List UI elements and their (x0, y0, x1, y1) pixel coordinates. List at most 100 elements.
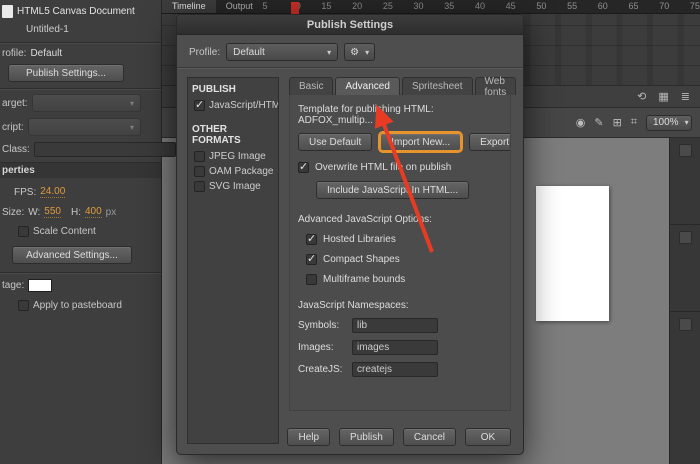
compact-shapes-label: Compact Shapes (323, 254, 400, 265)
stage-canvas[interactable] (536, 186, 609, 321)
target-label: arget: (2, 97, 28, 109)
zoom-value: 100% (653, 117, 679, 128)
other-formats-header: OTHER FORMATS (192, 124, 241, 146)
format-item-label: JPEG Image (209, 151, 266, 162)
height-value[interactable]: 400 (84, 206, 102, 218)
ruler-number: 55 (567, 1, 578, 11)
dialog-profile-value: Default (233, 46, 265, 58)
height-label: H: (70, 206, 81, 218)
grid-icon[interactable]: ▦ (658, 90, 668, 103)
format-item-svg[interactable]: SVG Image (190, 179, 276, 194)
multiframe-bounds-checkbox[interactable] (306, 274, 317, 285)
ok-button[interactable]: OK (465, 428, 511, 446)
dock-panel-tab[interactable] (670, 225, 700, 312)
ruler-number: 25 (382, 1, 393, 11)
symbols-input[interactable] (352, 318, 438, 333)
compact-shapes-checkbox[interactable] (306, 252, 317, 265)
gear-icon: ⚙ (350, 46, 360, 58)
ruler-number: 45 (505, 1, 516, 11)
tab-webfonts[interactable]: Web fonts (474, 76, 517, 98)
ruler-number: 75 (689, 1, 700, 11)
ruler-number: 65 (628, 1, 639, 11)
overwrite-html-label: Overwrite HTML file on publish (315, 162, 452, 173)
dialog-title[interactable]: Publish Settings (177, 15, 523, 35)
ruler-number: 40 (474, 1, 485, 11)
svg-checkbox[interactable] (194, 181, 205, 192)
dock-panel-tab[interactable] (670, 312, 700, 331)
format-item-oam[interactable]: OAM Package (190, 164, 276, 179)
import-new-button[interactable]: Import New... (380, 133, 462, 151)
ruler-number: 60 (597, 1, 608, 11)
overwrite-html-checkbox[interactable] (298, 160, 309, 173)
stage-label: tage: (2, 280, 25, 291)
camera-icon[interactable]: ◉ (576, 116, 586, 129)
profile-options-button[interactable]: ⚙ ▾ (344, 43, 376, 61)
publish-settings-dialog: Publish Settings Profile: Default ▾ ⚙ ▾ … (176, 14, 524, 455)
timeline-ruler-numbers[interactable]: 51015202530354045505560657075 (162, 0, 700, 13)
publish-settings-button[interactable]: Publish Settings... (8, 64, 124, 82)
tab-basic[interactable]: Basic (289, 77, 334, 95)
dialog-profile-label: Profile: (189, 46, 221, 58)
dock-panel-tab[interactable] (670, 138, 700, 225)
size-label: Size: (2, 206, 25, 218)
tab-spritesheet[interactable]: Spritesheet (401, 77, 473, 95)
include-javascript-button[interactable]: Include JavaScript In HTML... (316, 181, 470, 199)
chevron-down-icon: ▾ (365, 47, 370, 57)
panel-icon (678, 318, 692, 331)
ruler-number: 35 (444, 1, 455, 11)
publish-button[interactable]: Publish (339, 428, 394, 446)
width-label: W: (28, 206, 41, 218)
oam-checkbox[interactable] (194, 166, 205, 177)
properties-panel: HTML5 Canvas Document Untitled-1 rofile:… (0, 0, 188, 464)
apply-pasteboard-checkbox[interactable] (18, 300, 29, 311)
javascript-html-checkbox[interactable] (194, 98, 205, 111)
zoom-dropdown[interactable]: 100% ▾ (646, 114, 692, 131)
advanced-settings-button[interactable]: Advanced Settings... (12, 246, 132, 264)
menu-icon[interactable]: ≣ (681, 90, 690, 103)
dialog-profile-dropdown[interactable]: Default ▾ (226, 43, 339, 61)
advanced-tab-panel: Template for publishing HTML: ADFOX_mult… (289, 94, 511, 411)
format-item-jpeg[interactable]: JPEG Image (190, 149, 276, 164)
jpeg-checkbox[interactable] (194, 151, 205, 162)
panel-icon (678, 144, 692, 157)
pencil-icon[interactable]: ✎ (594, 116, 603, 129)
hash-icon[interactable]: ⌗ (631, 116, 637, 129)
ruler-number: 15 (321, 1, 332, 11)
export-button[interactable]: Export (469, 133, 510, 151)
document-name[interactable]: Untitled-1 (26, 24, 69, 35)
scale-content-checkbox[interactable] (18, 226, 29, 237)
hosted-libraries-checkbox[interactable] (306, 232, 317, 245)
publish-section-header: PUBLISH (192, 84, 236, 95)
snap-grid-icon[interactable]: ⊞ (613, 116, 622, 129)
class-input[interactable] (33, 142, 176, 157)
images-label: Images: (298, 342, 334, 353)
app: Timeline Output 510152025303540455055606… (0, 0, 700, 464)
advanced-js-options-header: Advanced JavaScript Options: (298, 214, 432, 225)
playhead[interactable] (291, 2, 299, 14)
template-line: Template for publishing HTML: ADFOX_mult… (298, 104, 434, 126)
right-panel-dock (669, 138, 700, 464)
document-icon (2, 5, 13, 18)
chevron-down-icon: ▾ (129, 98, 134, 108)
ruler-number: 50 (536, 1, 547, 11)
help-button[interactable]: Help (287, 428, 331, 446)
width-value[interactable]: 550 (44, 206, 61, 218)
images-input[interactable] (352, 340, 438, 355)
tab-advanced[interactable]: Advanced (335, 77, 400, 95)
apply-pasteboard-label: Apply to pasteboard (33, 300, 122, 311)
profile-value[interactable]: Default (30, 48, 62, 59)
format-item-javascript-html[interactable]: JavaScript/HTML (190, 98, 278, 113)
script-dropdown[interactable]: ▾ (27, 118, 141, 136)
cancel-button[interactable]: Cancel (402, 428, 456, 446)
stage-color-swatch[interactable] (28, 279, 53, 292)
timeline-panel-tab-bar: Timeline Output 510152025303540455055606… (162, 0, 700, 14)
rotate-icon[interactable]: ⟲ (637, 90, 646, 103)
properties-section-header[interactable]: perties (0, 162, 161, 178)
createjs-input[interactable] (352, 362, 438, 377)
target-dropdown[interactable]: ▾ (31, 94, 141, 112)
ruler-number: 20 (352, 1, 363, 11)
format-item-label: SVG Image (209, 181, 261, 192)
use-default-button[interactable]: Use Default (298, 133, 373, 151)
fps-value[interactable]: 24.00 (40, 186, 66, 198)
namespaces-header: JavaScript Namespaces: (298, 300, 409, 311)
